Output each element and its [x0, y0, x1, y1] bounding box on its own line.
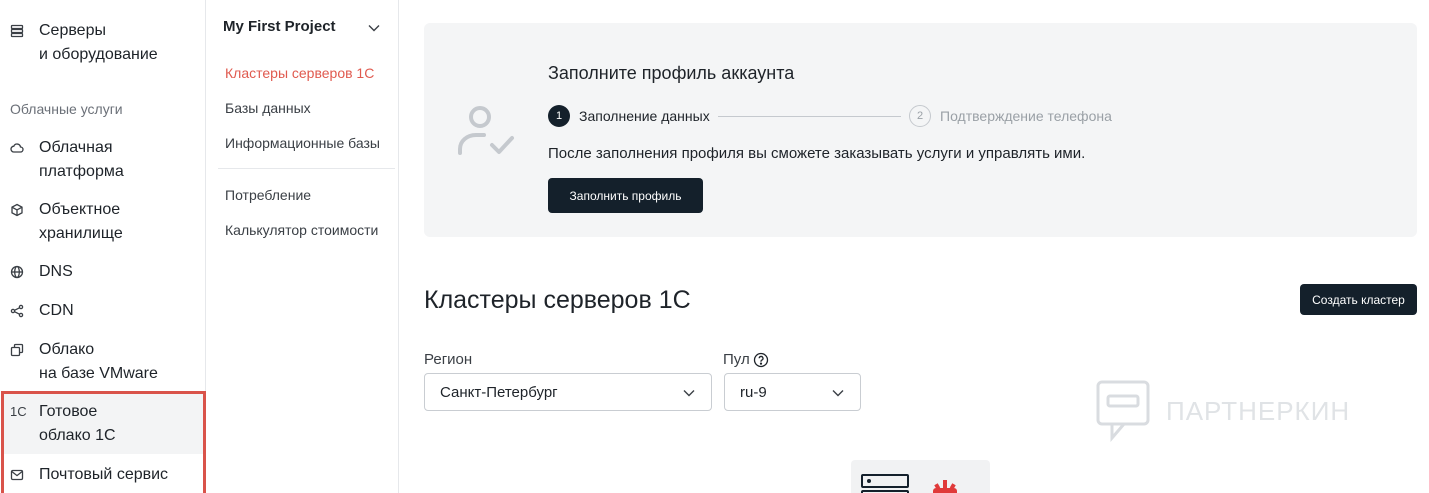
copy-squares-icon	[10, 338, 28, 362]
help-icon[interactable]	[753, 352, 769, 368]
project-link-cost-calculator[interactable]: Калькулятор стоимости	[225, 222, 378, 238]
chevron-down-icon[interactable]	[366, 20, 382, 36]
step-number: 1	[548, 105, 570, 127]
alert-icon	[931, 480, 959, 493]
nav-item-object-storage[interactable]: Объектное хранилище	[10, 198, 123, 246]
main-sidebar: Серверы и оборудование Облачные услуги О…	[0, 0, 206, 493]
page-title: Кластеры серверов 1С	[424, 286, 691, 314]
nav-item-label: Облачная платформа	[39, 139, 124, 180]
step-label: Подтверждение телефона	[940, 108, 1112, 124]
empty-state-illustration	[851, 460, 990, 493]
pool-label-text: Пул	[723, 351, 750, 368]
divider	[218, 168, 395, 169]
region-select[interactable]: Санкт-Петербург	[424, 373, 712, 411]
nav-item-label: Серверы и оборудование	[39, 22, 158, 63]
chevron-down-icon	[681, 385, 697, 401]
nav-item-servers[interactable]: Серверы и оборудование	[10, 19, 158, 67]
globe-icon	[10, 260, 28, 284]
region-label: Регион	[424, 351, 472, 368]
nav-item-dns[interactable]: DNS	[10, 260, 73, 284]
project-selector[interactable]: My First Project	[223, 18, 336, 35]
nav-section-cloud: Облачные услуги	[10, 101, 123, 117]
highlight-frame	[1, 391, 206, 493]
chevron-down-icon	[830, 385, 846, 401]
banner-description: После заполнения профиля вы сможете зака…	[548, 145, 1086, 162]
pool-label: Пул	[723, 351, 769, 368]
watermark-text: ПАРТНЕРКИН	[1166, 395, 1351, 426]
pool-select[interactable]: ru-9	[724, 373, 861, 411]
user-check-icon	[456, 103, 520, 159]
region-select-value: Санкт-Петербург	[440, 383, 558, 401]
project-link-databases[interactable]: Базы данных	[225, 100, 311, 116]
fill-profile-button[interactable]: Заполнить профиль	[548, 178, 703, 213]
nav-item-label: Облако на базе VMware	[39, 341, 158, 382]
server-stack-icon	[10, 19, 28, 43]
watermark-logo-icon	[1096, 380, 1150, 443]
project-link-infobases[interactable]: Информационные базы	[225, 135, 380, 151]
step-connector	[718, 116, 901, 117]
network-nodes-icon	[10, 299, 28, 323]
step-label: Заполнение данных	[579, 108, 710, 124]
profile-banner: Заполните профиль аккаунта 1 Заполнение …	[424, 23, 1417, 237]
banner-title: Заполните профиль аккаунта	[548, 63, 795, 83]
step-2: 2 Подтверждение телефона	[909, 105, 1112, 127]
server-led	[867, 479, 871, 483]
project-sidebar: My First Project Кластеры серверов 1С Ба…	[206, 0, 399, 493]
project-link-1c-clusters[interactable]: Кластеры серверов 1С	[225, 65, 374, 81]
step-number: 2	[909, 105, 931, 127]
nav-item-label: CDN	[39, 302, 74, 319]
pool-select-value: ru-9	[740, 383, 767, 401]
create-cluster-button[interactable]: Создать кластер	[1300, 284, 1417, 315]
cloud-icon	[10, 136, 28, 160]
nav-item-cloud-platform[interactable]: Облачная платформа	[10, 136, 124, 184]
nav-item-cdn[interactable]: CDN	[10, 299, 74, 323]
project-link-consumption[interactable]: Потребление	[225, 187, 311, 203]
step-1: 1 Заполнение данных	[548, 105, 710, 127]
nav-item-vmware-cloud[interactable]: Облако на базе VMware	[10, 338, 158, 386]
cube-icon	[10, 198, 28, 222]
nav-item-label: DNS	[39, 263, 73, 280]
nav-item-label: Объектное хранилище	[39, 201, 123, 242]
region-label-text: Регион	[424, 351, 473, 368]
watermark: ПАРТНЕРКИН	[1096, 380, 1351, 443]
